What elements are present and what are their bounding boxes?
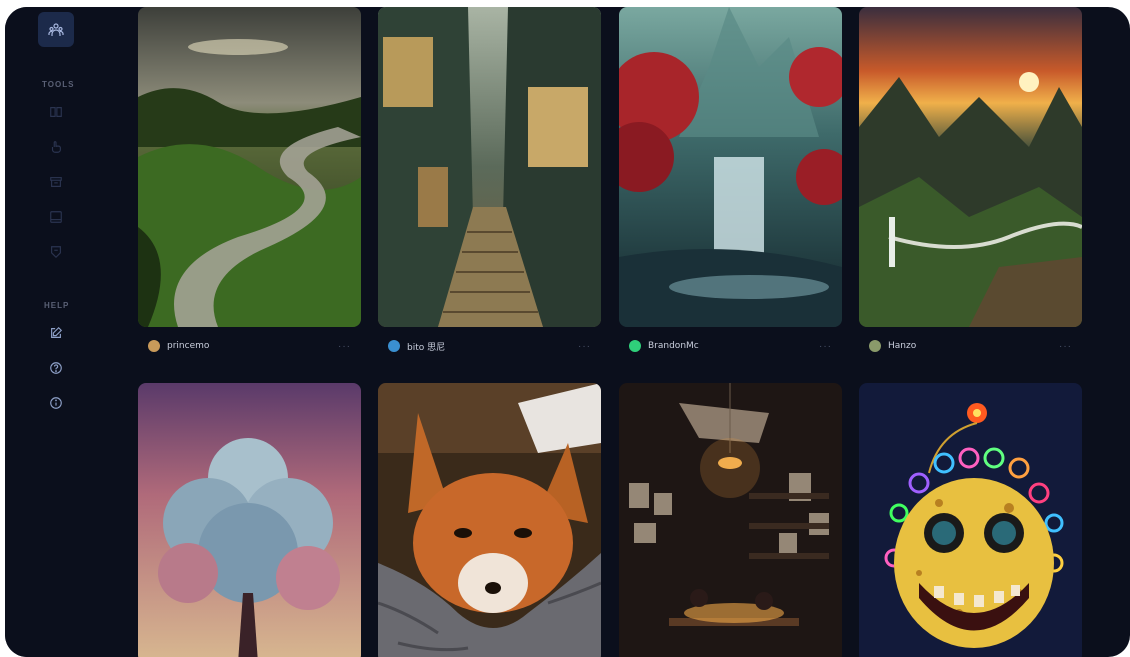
tool-window-button[interactable] (48, 209, 64, 225)
mountain-sunset-image (859, 7, 1082, 327)
image-card-alley[interactable] (378, 7, 601, 327)
book-icon (50, 107, 62, 117)
neon-monster-image (859, 383, 1082, 657)
image-card-river[interactable] (138, 7, 361, 327)
section-label-help: HELP (44, 301, 70, 310)
author-name[interactable]: Hanzo (888, 341, 1059, 351)
more-options-button[interactable]: ··· (819, 341, 832, 352)
author-name[interactable]: BrandonMc (648, 341, 819, 351)
help-info-button[interactable] (48, 395, 64, 411)
help-question-button[interactable] (48, 360, 64, 376)
more-options-button[interactable]: ··· (578, 341, 591, 352)
archive-icon (50, 177, 62, 187)
image-card-fox[interactable] (378, 383, 601, 657)
image-card-mountains[interactable] (859, 7, 1082, 327)
hand-pointer-icon (51, 141, 61, 153)
community-button[interactable] (38, 12, 74, 47)
cozy-library-image (619, 383, 842, 657)
avatar[interactable] (388, 340, 400, 352)
badge-icon (51, 246, 61, 259)
tool-archive-button[interactable] (48, 174, 64, 190)
app-window: TOOLS HELP princemo ··· bito 思尼 ··· Bran… (5, 7, 1130, 657)
image-card-cloud-tree[interactable] (138, 383, 361, 657)
card-meta-4: Hanzo ··· (859, 336, 1082, 356)
avatar[interactable] (629, 340, 641, 352)
more-options-button[interactable]: ··· (338, 341, 351, 352)
image-card-library[interactable] (619, 383, 842, 657)
section-label-tools: TOOLS (42, 80, 75, 89)
info-icon (50, 397, 62, 409)
card-meta-2: bito 思尼 ··· (378, 336, 601, 356)
river-landscape-image (138, 7, 361, 327)
avatar[interactable] (869, 340, 881, 352)
avatar[interactable] (148, 340, 160, 352)
waterfall-image (619, 7, 842, 327)
sleepy-fox-image (378, 383, 601, 657)
tool-book-button[interactable] (48, 104, 64, 120)
help-circle-icon (50, 362, 62, 374)
sidebar: TOOLS HELP (5, 7, 109, 657)
image-gallery: princemo ··· bito 思尼 ··· BrandonMc ··· H… (138, 7, 1088, 657)
cloud-tree-image (138, 383, 361, 657)
tool-hand-button[interactable] (48, 139, 64, 155)
help-edit-button[interactable] (48, 325, 64, 341)
card-meta-3: BrandonMc ··· (619, 336, 842, 356)
image-card-monster[interactable] (859, 383, 1082, 657)
author-name[interactable]: princemo (167, 341, 338, 351)
edit-icon (51, 326, 63, 338)
card-meta-1: princemo ··· (138, 336, 361, 356)
image-card-waterfall[interactable] (619, 7, 842, 327)
community-icon (48, 22, 64, 36)
author-name[interactable]: bito 思尼 (407, 340, 578, 353)
more-options-button[interactable]: ··· (1059, 341, 1072, 352)
alley-stairs-image (378, 7, 601, 327)
tool-badge-button[interactable] (48, 244, 64, 260)
window-icon (50, 211, 62, 223)
